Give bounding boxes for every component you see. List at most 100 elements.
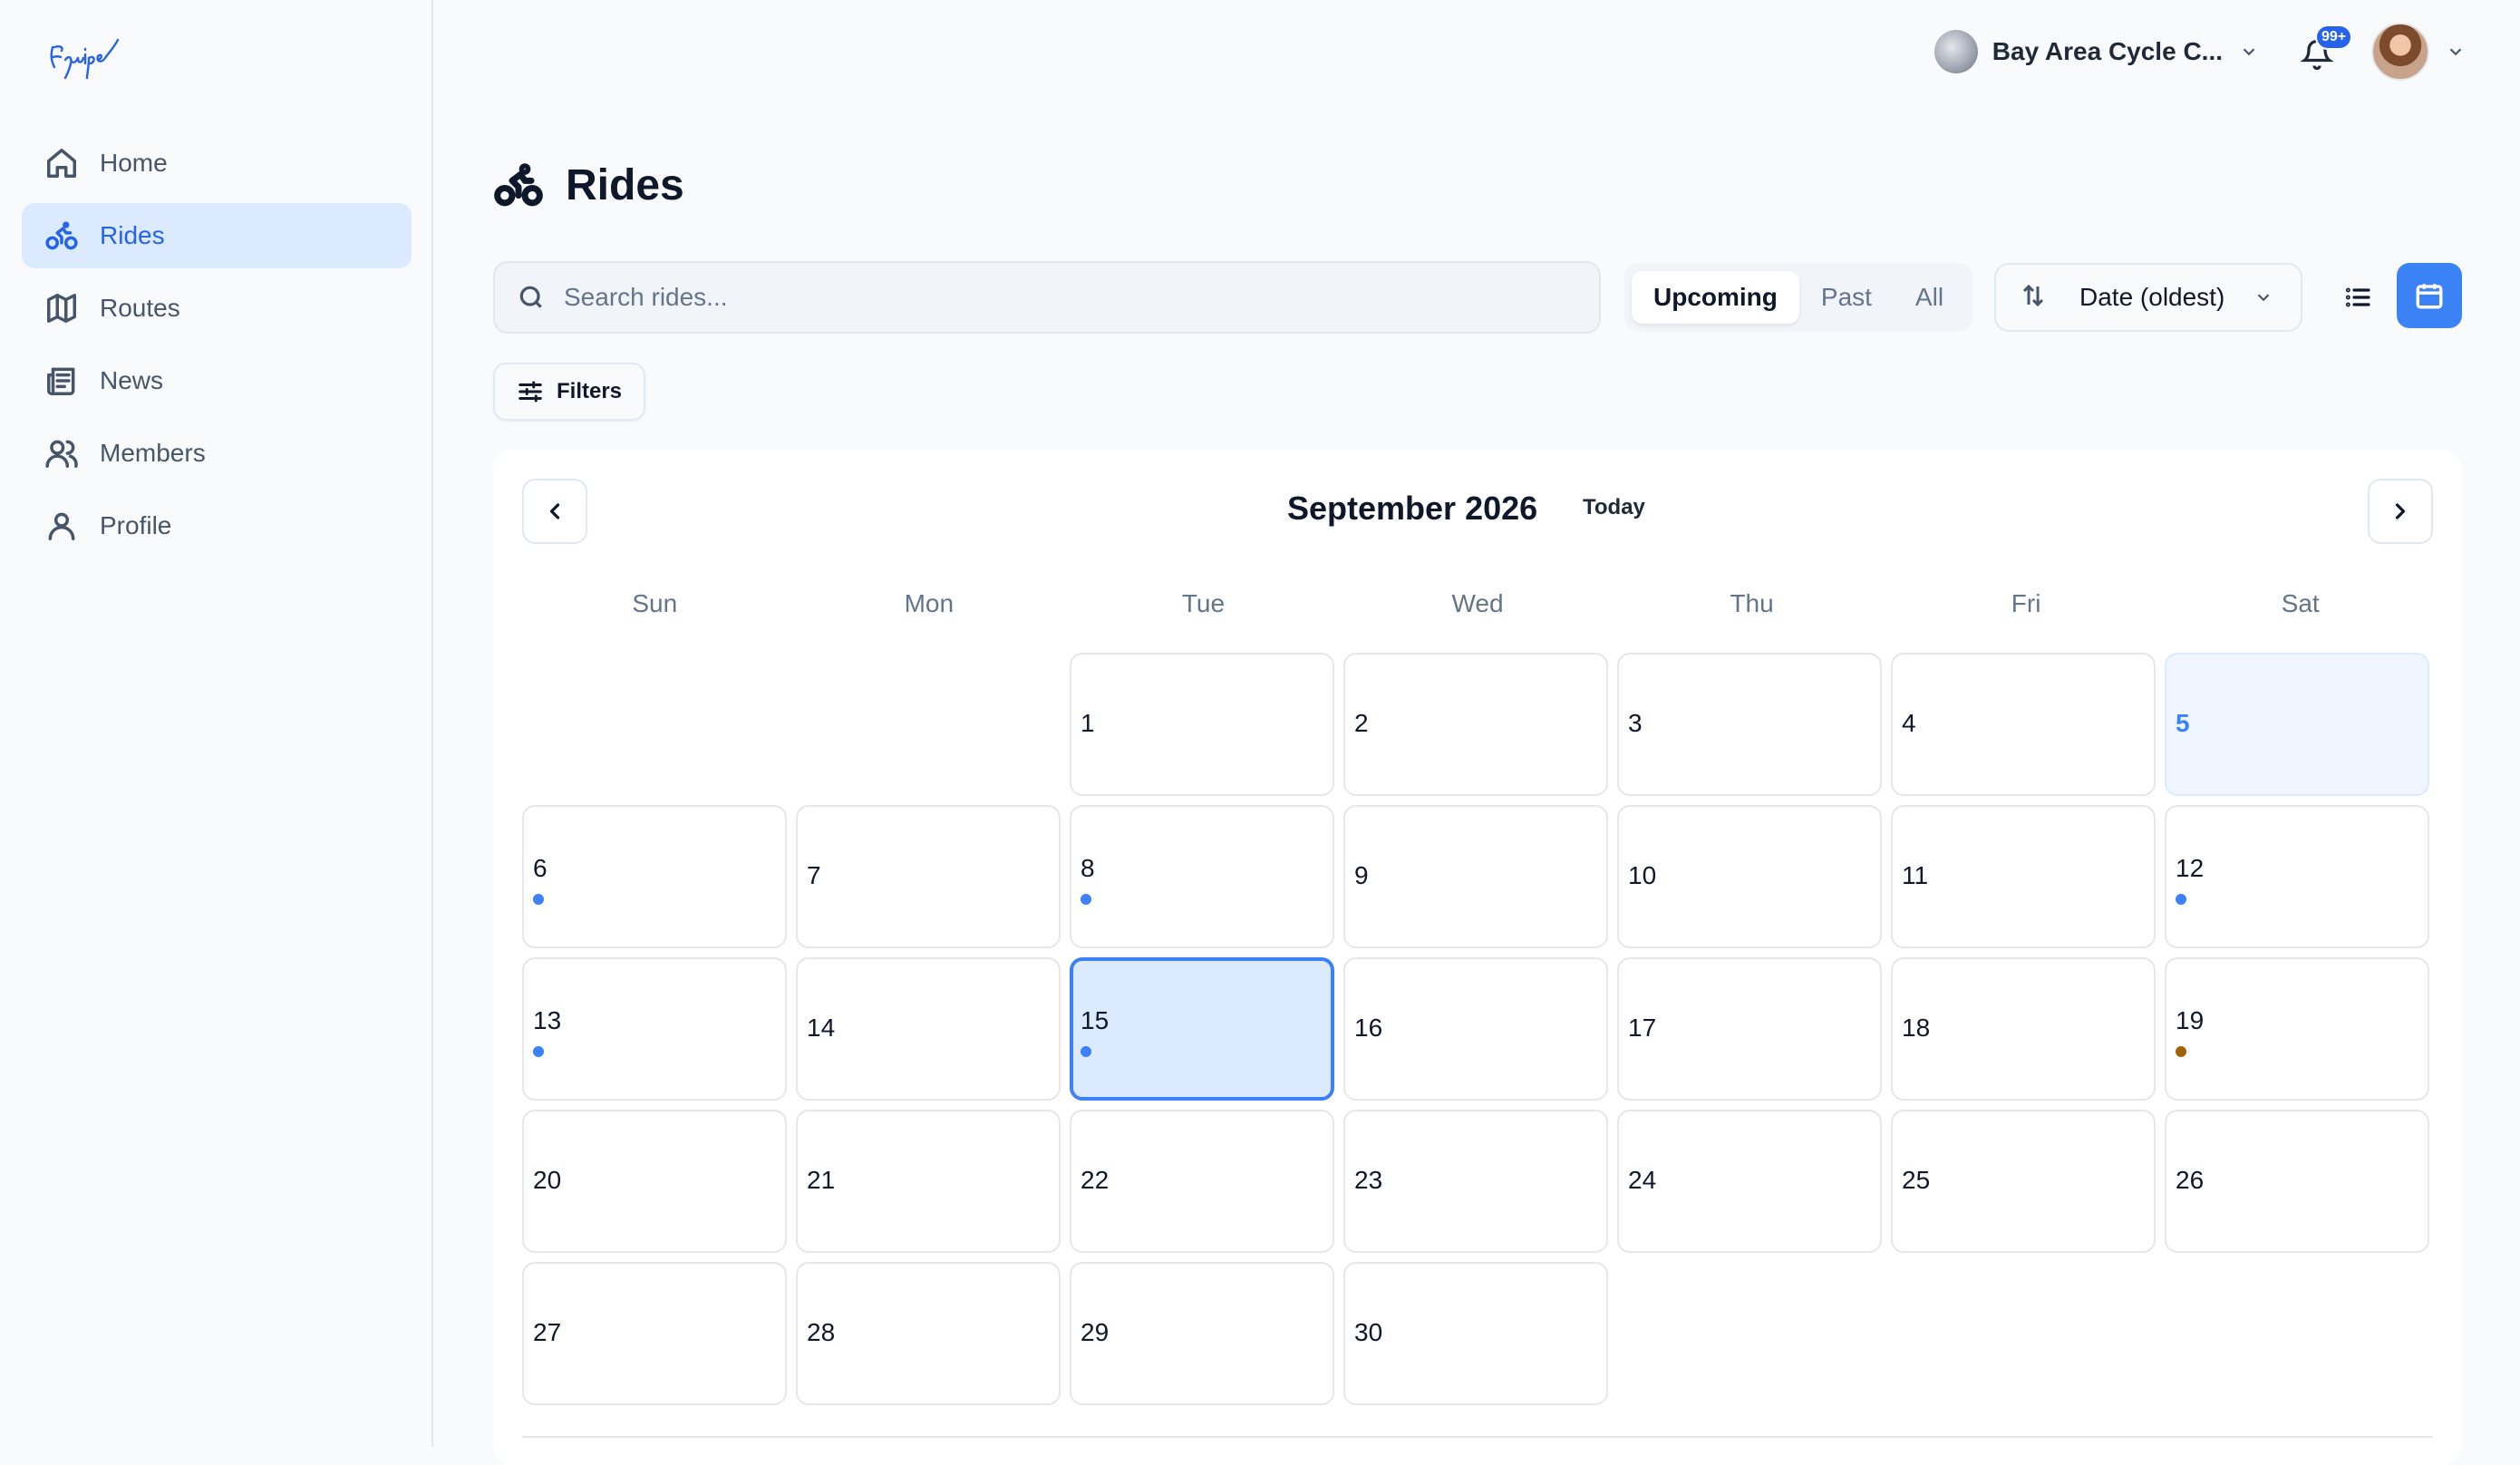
day-number: 23 — [1354, 1166, 1383, 1194]
map-icon — [44, 290, 80, 326]
calendar-day-10[interactable]: 10 — [1617, 805, 1882, 948]
search-box — [493, 261, 1601, 334]
sidebar-item-label: Profile — [100, 511, 172, 539]
ride-indicator-dot — [533, 1046, 544, 1057]
chevron-down-icon — [2253, 287, 2273, 307]
calendar-day-21[interactable]: 21 — [796, 1110, 1061, 1253]
page-header: Rides — [493, 160, 684, 210]
day-number: 15 — [1081, 1006, 1110, 1034]
calendar-view-button[interactable] — [2397, 263, 2462, 328]
day-number: 29 — [1081, 1318, 1110, 1346]
sort-icon — [1996, 282, 2079, 314]
calendar-day-13[interactable]: 13 — [522, 957, 787, 1101]
calendar-day-20[interactable]: 20 — [522, 1110, 787, 1253]
list-view-button[interactable] — [2333, 263, 2382, 332]
day-number: 14 — [807, 1014, 836, 1042]
ride-indicator-dot — [2176, 1046, 2186, 1057]
club-avatar[interactable] — [1934, 30, 1978, 73]
calendar-empty-cell — [796, 653, 1061, 796]
club-switcher-label[interactable]: Bay Area Cycle C... — [1992, 37, 2223, 66]
chevron-down-icon[interactable] — [2239, 42, 2259, 62]
users-icon — [44, 435, 80, 471]
filters-label: Filters — [556, 379, 623, 403]
calendar-day-2[interactable]: 2 — [1343, 653, 1608, 796]
calendar-day-3[interactable]: 3 — [1617, 653, 1882, 796]
calendar-day-6[interactable]: 6 — [522, 805, 787, 948]
calendar: September 2026 Today Sun Mon Tue Wed Thu… — [493, 450, 2462, 1465]
calendar-day-28[interactable]: 28 — [796, 1262, 1061, 1405]
day-number: 3 — [1628, 709, 1643, 737]
calendar-day-5[interactable]: 5 — [2165, 653, 2429, 796]
chevron-down-icon[interactable] — [2446, 42, 2466, 62]
sidebar-item-label: Home — [100, 149, 168, 177]
today-button[interactable]: Today — [1583, 495, 1645, 520]
day-number: 11 — [1902, 861, 1929, 889]
calendar-day-19[interactable]: 19 — [2165, 957, 2429, 1101]
calendar-day-7[interactable]: 7 — [796, 805, 1061, 948]
equipe-logo[interactable] — [45, 27, 136, 82]
filters-button[interactable]: Filters — [493, 363, 645, 421]
calendar-day-4[interactable]: 4 — [1891, 653, 2156, 796]
search-input[interactable] — [562, 282, 1472, 313]
calendar-day-9[interactable]: 9 — [1343, 805, 1608, 948]
calendar-day-11[interactable]: 11 — [1891, 805, 2156, 948]
day-number: 30 — [1354, 1318, 1383, 1346]
calendar-grid: 1 2 3 4 5 6 7 8 9 10 11 12 13 14 15 16 17 18 19 20 21 22 23 24 2… — [522, 653, 2433, 1405]
day-number: 10 — [1628, 861, 1657, 889]
sidebar-item-rides[interactable]: Rides — [22, 203, 412, 268]
calendar-day-29[interactable]: 29 — [1070, 1262, 1334, 1405]
sidebar-item-members[interactable]: Members — [22, 421, 412, 486]
day-number: 28 — [807, 1318, 836, 1346]
sidebar-nav: Home Rides Routes News Members Profile — [22, 131, 412, 566]
segment-upcoming[interactable]: Upcoming — [1632, 271, 1799, 324]
calendar-day-1[interactable]: 1 — [1070, 653, 1334, 796]
sidebar-item-profile[interactable]: Profile — [22, 493, 412, 558]
day-number: 24 — [1628, 1166, 1657, 1194]
calendar-day-12[interactable]: 12 — [2165, 805, 2429, 948]
sidebar-item-label: Rides — [100, 221, 165, 249]
weekday-label: Sun — [632, 589, 678, 617]
notifications-button[interactable]: 99+ — [2300, 24, 2353, 71]
newspaper-icon — [44, 363, 80, 399]
calendar-day-22[interactable]: 22 — [1070, 1110, 1334, 1253]
calendar-day-30[interactable]: 30 — [1343, 1262, 1608, 1405]
previous-month-button[interactable] — [522, 479, 587, 544]
day-number: 19 — [2176, 1006, 2205, 1034]
user-avatar[interactable] — [2371, 23, 2429, 81]
calendar-day-27[interactable]: 27 — [522, 1262, 787, 1405]
user-icon — [44, 508, 80, 544]
bike-icon — [494, 163, 543, 207]
calendar-day-25[interactable]: 25 — [1891, 1110, 2156, 1253]
weekday-label: Mon — [904, 589, 955, 617]
segment-past[interactable]: Past — [1799, 271, 1894, 324]
day-number: 9 — [1354, 861, 1369, 889]
calendar-day-15[interactable]: 15 — [1070, 957, 1334, 1101]
sidebar-item-routes[interactable]: Routes — [22, 276, 412, 341]
day-number: 27 — [533, 1318, 562, 1346]
day-number: 21 — [807, 1166, 836, 1194]
calendar-day-16[interactable]: 16 — [1343, 957, 1608, 1101]
calendar-day-24[interactable]: 24 — [1617, 1110, 1882, 1253]
sliders-icon — [519, 381, 542, 403]
ride-indicator-dot — [533, 894, 544, 905]
ride-indicator-dot — [2176, 894, 2186, 905]
sidebar-item-home[interactable]: Home — [22, 131, 412, 196]
search-icon — [519, 286, 542, 308]
calendar-day-18[interactable]: 18 — [1891, 957, 2156, 1101]
chevron-left-icon — [549, 503, 560, 519]
day-number: 8 — [1081, 854, 1095, 882]
day-number: 18 — [1902, 1014, 1931, 1042]
weekday-label: Sat — [2281, 589, 2320, 617]
segment-all[interactable]: All — [1894, 271, 1965, 324]
calendar-day-14[interactable]: 14 — [796, 957, 1061, 1101]
calendar-day-17[interactable]: 17 — [1617, 957, 1882, 1101]
calendar-day-26[interactable]: 26 — [2165, 1110, 2429, 1253]
notification-badge: 99+ — [2315, 24, 2353, 50]
calendar-day-8[interactable]: 8 — [1070, 805, 1334, 948]
sidebar-item-news[interactable]: News — [22, 348, 412, 413]
sort-select[interactable]: Date (oldest) — [1994, 263, 2302, 332]
calendar-day-23[interactable]: 23 — [1343, 1110, 1608, 1253]
sidebar-item-label: Members — [100, 439, 206, 467]
topbar: Bay Area Cycle C... 99+ — [1934, 20, 2466, 83]
next-month-button[interactable] — [2368, 479, 2433, 544]
